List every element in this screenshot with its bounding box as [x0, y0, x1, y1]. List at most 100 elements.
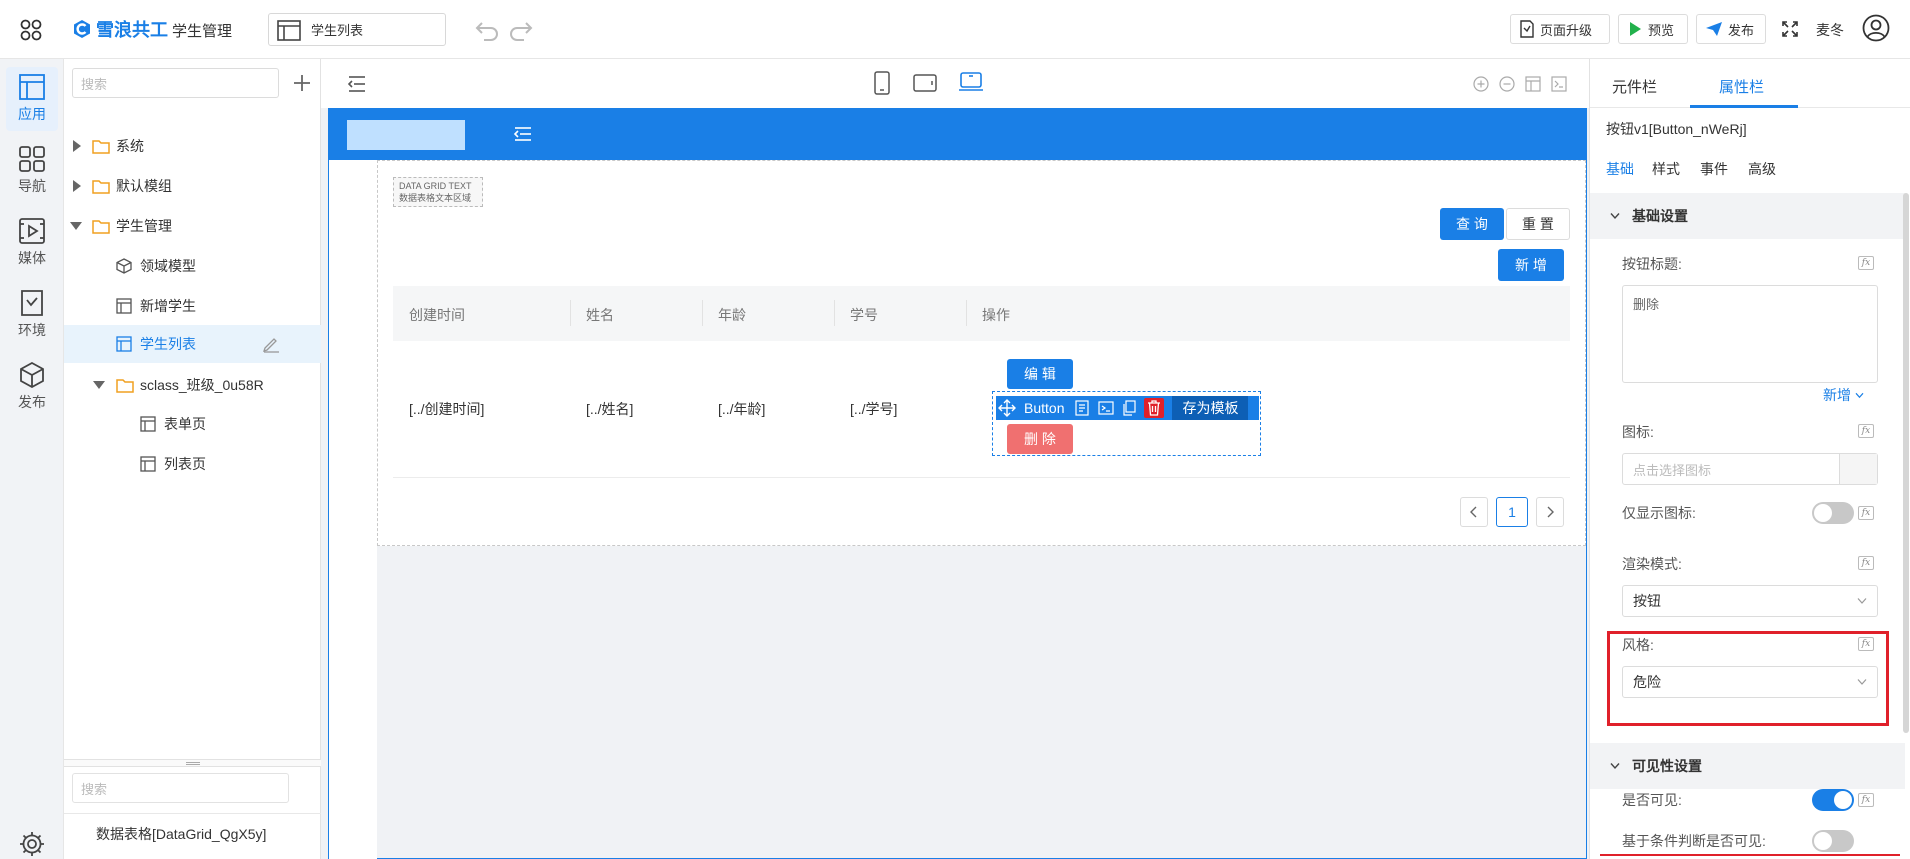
preview-button[interactable]: 预览: [1618, 14, 1688, 44]
add-i18n-link[interactable]: 新增: [1823, 385, 1864, 405]
brand-icon: [74, 20, 90, 38]
panel-splitter[interactable]: [64, 759, 321, 767]
data-grid-text-area[interactable]: DATA GRID TEXT 数据表格文本区域: [393, 177, 483, 207]
subtab-event[interactable]: 事件: [1700, 159, 1728, 179]
outline-search-input[interactable]: 搜索: [72, 773, 289, 803]
query-button[interactable]: 查 询: [1440, 208, 1504, 240]
rail-item-env[interactable]: 环境: [6, 283, 58, 347]
chevron-down-icon: [1855, 392, 1864, 398]
fx-icon[interactable]: fx: [1858, 506, 1874, 520]
table-cell: [../创建时间]: [409, 401, 485, 417]
app-launcher-icon[interactable]: [18, 17, 44, 43]
fx-icon[interactable]: fx: [1858, 793, 1874, 807]
table-cell: [../年龄]: [718, 401, 766, 417]
fx-icon[interactable]: fx: [1858, 256, 1874, 270]
page-select[interactable]: 学生列表: [268, 13, 446, 46]
visible-toggle[interactable]: [1812, 789, 1854, 811]
conditional-visible-toggle[interactable]: [1812, 830, 1854, 852]
page-layout-icon: [140, 416, 156, 432]
folder-icon: [92, 179, 110, 194]
icon-picker-input[interactable]: 点击选择图标: [1622, 453, 1878, 485]
rail-item-nav[interactable]: 导航: [6, 139, 58, 203]
tab-properties[interactable]: 属性栏: [1719, 76, 1764, 97]
move-icon[interactable]: [998, 399, 1016, 417]
tree-item-student-list[interactable]: 学生列表: [64, 325, 321, 363]
delete-icon[interactable]: [1144, 398, 1165, 418]
desktop-view-icon[interactable]: [958, 71, 984, 93]
user-name[interactable]: 麦冬: [1816, 20, 1844, 40]
redo-icon[interactable]: [508, 18, 534, 42]
caret-right-icon[interactable]: [72, 180, 82, 192]
collapse-menu-icon[interactable]: [347, 75, 367, 93]
caret-down-icon[interactable]: [70, 221, 82, 231]
subtab-basic[interactable]: 基础: [1606, 159, 1634, 179]
publish-button[interactable]: 发布: [1696, 14, 1766, 44]
fx-icon[interactable]: fx: [1858, 637, 1874, 651]
send-icon: [1706, 22, 1722, 36]
style-select[interactable]: 危险: [1622, 666, 1878, 698]
page-next-button[interactable]: [1536, 497, 1564, 527]
subtab-style[interactable]: 样式: [1652, 159, 1680, 179]
nav-grid-icon: [19, 146, 45, 172]
render-mode-select[interactable]: 按钮: [1622, 585, 1878, 617]
rail-item-app[interactable]: 应用: [6, 67, 58, 131]
delete-button[interactable]: 删 除: [1007, 424, 1073, 454]
fx-icon[interactable]: fx: [1858, 424, 1874, 438]
fullscreen-icon[interactable]: [1782, 21, 1798, 37]
mobile-view-icon[interactable]: [873, 71, 891, 95]
layout-grid-icon[interactable]: [1525, 76, 1541, 92]
reset-button[interactable]: 重 置: [1506, 208, 1570, 240]
fx-icon[interactable]: fx: [1858, 556, 1874, 570]
rail-item-media[interactable]: 媒体: [6, 211, 58, 275]
menu-fold-icon[interactable]: [513, 125, 533, 143]
brand-logo[interactable]: 雪浪共工: [72, 16, 168, 42]
toolbar-component-label: Button: [1024, 400, 1065, 416]
tree-item-default-module[interactable]: 默认模组: [64, 167, 321, 205]
icon-only-toggle[interactable]: [1812, 502, 1854, 524]
code-view-icon[interactable]: [1551, 76, 1567, 92]
chevron-right-icon: [1547, 506, 1554, 518]
icon-only-label: 仅显示图标:: [1622, 505, 1696, 521]
component-toolbar: Button 存为模板: [996, 396, 1259, 420]
tree-item-sclass[interactable]: sclass_班级_0u58R: [64, 366, 321, 404]
tree-item-student-management[interactable]: 学生管理: [64, 207, 321, 245]
save-template-button[interactable]: 存为模板: [1172, 396, 1249, 420]
tab-components[interactable]: 元件栏: [1612, 76, 1657, 97]
page-tree-panel: 搜索 系统 默认模组 学生管理 领域模型 新增学生 学生列表 sclass_班级…: [64, 59, 321, 859]
outline-item-datagrid[interactable]: 数据表格[DataGrid_QgX5y]: [96, 824, 266, 844]
tree-item-list-page[interactable]: 列表页: [64, 445, 321, 483]
zoom-in-icon[interactable]: [1473, 76, 1489, 92]
page-number-current[interactable]: 1: [1496, 497, 1528, 527]
properties-icon[interactable]: [1074, 400, 1090, 416]
terminal-icon[interactable]: [1098, 400, 1115, 416]
column-header: 操作: [982, 307, 1010, 323]
upgrade-doc-icon: [1520, 20, 1534, 38]
edit-pencil-icon[interactable]: [262, 335, 280, 353]
button-title-label: 按钮标题:: [1622, 256, 1682, 272]
tree-item-form-page[interactable]: 表单页: [64, 405, 321, 443]
tablet-view-icon[interactable]: [913, 73, 937, 93]
tree-search-input[interactable]: 搜索: [72, 68, 279, 98]
user-avatar-icon[interactable]: [1862, 14, 1890, 42]
section-visibility-header[interactable]: 可见性设置: [1590, 743, 1905, 789]
subtab-advanced[interactable]: 高级: [1748, 159, 1776, 179]
page-upgrade-button[interactable]: 页面升级: [1510, 14, 1610, 44]
section-basic-header[interactable]: 基础设置: [1590, 193, 1905, 239]
tree-item-domain-model[interactable]: 领域模型: [64, 247, 321, 285]
page-prev-button[interactable]: [1460, 497, 1488, 527]
edit-button[interactable]: 编 辑: [1007, 359, 1073, 389]
undo-icon[interactable]: [474, 18, 500, 42]
tree-item-add-student[interactable]: 新增学生: [64, 287, 321, 325]
add-icon[interactable]: [292, 73, 312, 93]
caret-right-icon[interactable]: [72, 140, 82, 152]
tree-item-system[interactable]: 系统: [64, 127, 321, 165]
column-header: 年龄: [718, 307, 746, 323]
zoom-out-icon[interactable]: [1499, 76, 1515, 92]
properties-scrollbar[interactable]: [1903, 193, 1909, 733]
caret-down-icon[interactable]: [93, 380, 105, 390]
add-button[interactable]: 新 增: [1498, 249, 1564, 281]
gear-icon[interactable]: [19, 831, 45, 857]
button-title-textarea[interactable]: 删除: [1622, 285, 1878, 383]
copy-icon[interactable]: [1122, 400, 1138, 416]
rail-item-publish[interactable]: 发布: [6, 355, 58, 419]
